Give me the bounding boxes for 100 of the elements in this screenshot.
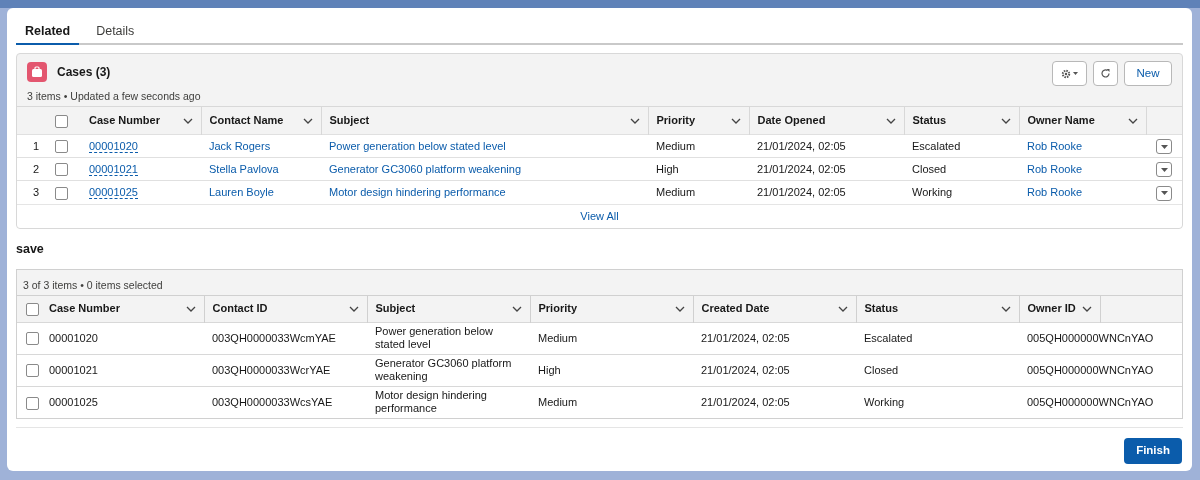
new-button[interactable]: New xyxy=(1124,61,1172,86)
link[interactable]: Rob Rooke xyxy=(1027,162,1083,175)
checkbox[interactable] xyxy=(26,332,39,346)
column-header[interactable]: Subject xyxy=(375,300,416,317)
chevron-down-icon[interactable] xyxy=(1082,305,1092,312)
chevron-down-icon[interactable] xyxy=(511,305,522,312)
table-cell: 21/01/2024, 02:05 xyxy=(701,395,790,408)
chevron-down-icon[interactable] xyxy=(185,305,196,312)
record-link[interactable]: 00001021 xyxy=(89,162,138,176)
refresh-icon xyxy=(1100,68,1111,79)
column-header[interactable]: Case Number xyxy=(89,112,160,129)
table-cell: 00001020 xyxy=(49,331,98,344)
row-actions-button[interactable] xyxy=(1156,162,1172,178)
checkbox[interactable] xyxy=(55,140,68,154)
table-cell: 21/01/2024, 02:05 xyxy=(701,363,790,376)
table-cell: 003QH0000033WcsYAE xyxy=(212,395,333,408)
row-actions-button[interactable] xyxy=(1156,139,1172,155)
chevron-down-icon[interactable] xyxy=(837,305,848,312)
chevron-down-icon[interactable] xyxy=(182,117,193,124)
column-header[interactable]: Status xyxy=(864,300,899,317)
checkbox[interactable] xyxy=(55,186,68,200)
column-header[interactable]: Priority xyxy=(656,112,695,129)
link[interactable]: Rob Rooke xyxy=(1027,186,1083,198)
table-cell: 21/01/2024, 02:05 xyxy=(757,139,846,152)
table-cell: High xyxy=(538,363,561,376)
column-header[interactable]: Status xyxy=(912,112,947,129)
table-cell: 003QH0000033WcmYAE xyxy=(212,331,336,344)
column-header[interactable]: Subject xyxy=(329,112,370,129)
chevron-down-icon[interactable] xyxy=(730,117,741,124)
link[interactable]: Stella Pavlova xyxy=(209,162,279,175)
chevron-down-icon[interactable] xyxy=(1000,305,1011,312)
chevron-down-icon[interactable] xyxy=(1000,117,1011,124)
table-cell: Working xyxy=(912,186,953,198)
finish-button[interactable]: Finish xyxy=(1124,438,1182,464)
chevron-down-icon[interactable] xyxy=(302,117,313,124)
link[interactable]: Rob Rooke xyxy=(1027,139,1083,152)
table-cell: 00001025 xyxy=(49,395,98,408)
table-cell: Motor design hindering performance xyxy=(375,389,487,415)
table-cell: Medium xyxy=(656,139,696,152)
link[interactable]: Jack Rogers xyxy=(209,139,271,152)
row-actions-button[interactable] xyxy=(1156,185,1172,201)
tab[interactable]: Related xyxy=(16,20,80,45)
chevron-down-icon[interactable] xyxy=(674,305,685,312)
link[interactable]: Motor design hindering performance xyxy=(329,186,506,198)
table-cell: High xyxy=(656,162,679,175)
checkbox[interactable] xyxy=(55,163,68,177)
column-header[interactable]: Date Opened xyxy=(757,112,826,129)
chevron-down-icon[interactable] xyxy=(1127,117,1138,124)
refresh-button[interactable] xyxy=(1093,61,1118,86)
chevron-down-icon[interactable] xyxy=(629,117,640,124)
caret-icon xyxy=(1073,72,1078,75)
table-cell: Medium xyxy=(538,331,578,344)
table-cell: Generator GC3060 platform weakening xyxy=(375,357,512,382)
column-header[interactable]: Contact Name xyxy=(209,112,284,129)
table-cell: 005QH000000WNCnYAO xyxy=(1027,363,1154,376)
table-cell: Escalated xyxy=(912,139,961,152)
tab[interactable]: Details xyxy=(87,20,144,45)
table-cell: Closed xyxy=(864,363,899,376)
table-summary: 3 of 3 items • 0 items selected xyxy=(22,277,164,293)
section-title: save xyxy=(16,240,45,258)
table-cell: Escalated xyxy=(864,331,913,344)
row-number: 3 xyxy=(32,186,40,198)
column-header[interactable]: Created Date xyxy=(701,300,770,317)
column-header[interactable]: Case Number xyxy=(49,300,120,317)
table-cell: Closed xyxy=(912,162,947,175)
caret-icon xyxy=(1160,191,1168,196)
column-header[interactable]: Owner Name xyxy=(1027,112,1095,129)
table-cell: Medium xyxy=(538,395,578,408)
table-cell: 21/01/2024, 02:05 xyxy=(701,331,790,344)
column-header[interactable]: Owner ID xyxy=(1027,300,1076,317)
table-cell: 003QH0000033WcrYAE xyxy=(212,363,331,376)
gear-icon xyxy=(1061,68,1071,79)
column-header[interactable]: Contact ID xyxy=(212,300,268,317)
link[interactable]: Lauren Boyle xyxy=(209,186,274,198)
table-cell: 21/01/2024, 02:05 xyxy=(757,162,846,175)
chevron-down-icon[interactable] xyxy=(348,305,359,312)
list-title[interactable]: Cases (3) xyxy=(57,63,111,81)
list-meta: 3 items • Updated a few seconds ago xyxy=(27,89,201,104)
checkbox[interactable] xyxy=(26,302,39,316)
row-number: 1 xyxy=(32,139,40,152)
view-all-link[interactable]: View All xyxy=(580,207,619,225)
table-cell: 005QH000000WNCnYAO xyxy=(1027,395,1154,408)
chevron-down-icon[interactable] xyxy=(885,117,896,124)
checkbox[interactable] xyxy=(26,396,39,410)
checkbox[interactable] xyxy=(26,364,39,378)
table-cell: 00001021 xyxy=(49,363,98,376)
settings-dropdown-button[interactable] xyxy=(1052,61,1087,86)
checkbox[interactable] xyxy=(55,114,68,128)
caret-icon xyxy=(1160,167,1168,172)
table-cell: Medium xyxy=(656,186,696,198)
link[interactable]: Power generation below stated level xyxy=(329,139,506,152)
table-cell: Power generation below stated level xyxy=(375,325,494,350)
column-header[interactable]: Priority xyxy=(538,300,577,317)
briefcase-icon xyxy=(27,62,47,82)
record-link[interactable]: 00001025 xyxy=(89,186,138,199)
row-number: 2 xyxy=(32,162,40,175)
link[interactable]: Generator GC3060 platform weakening xyxy=(329,162,521,175)
record-link[interactable]: 00001020 xyxy=(89,139,138,153)
caret-icon xyxy=(1160,144,1168,149)
table-cell: Working xyxy=(864,395,905,408)
